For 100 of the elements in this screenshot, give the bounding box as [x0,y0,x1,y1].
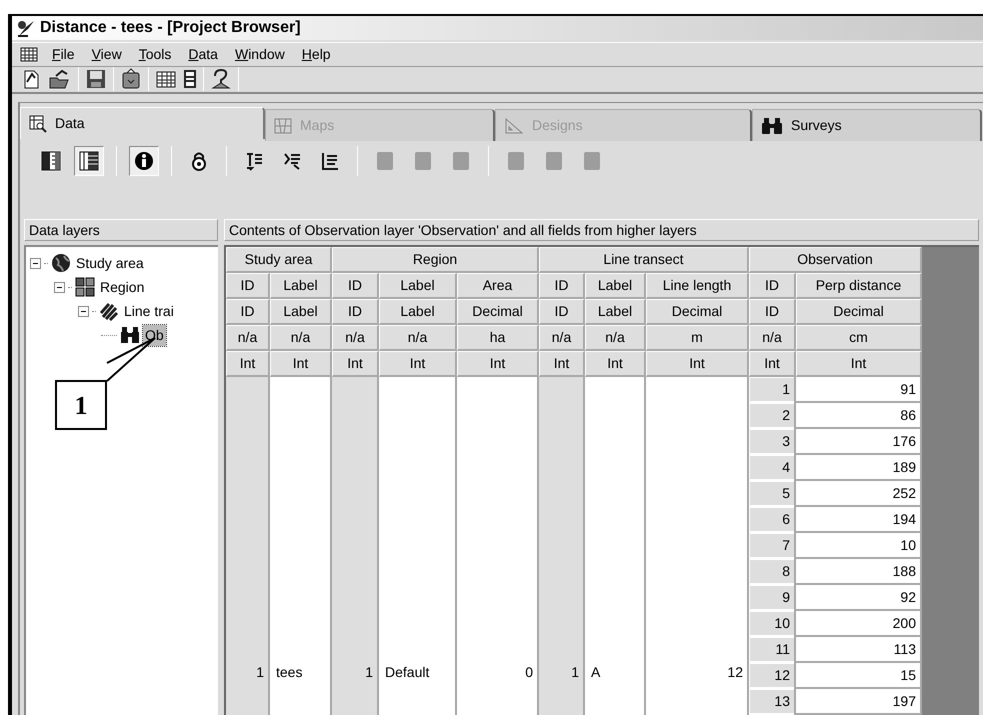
column-header: Decimal [457,299,539,325]
delete-field-icon [320,151,340,171]
column-header: ID [226,273,270,299]
clipboard-icon[interactable] [120,68,142,90]
save-icon[interactable] [85,68,107,90]
blank-button-icon [375,151,395,171]
column-header: Int [646,351,749,377]
table-cell-text: 1 [571,663,580,682]
column-header: ID [332,299,379,325]
table-cell-text: A [590,663,600,682]
column-header: n/a [379,325,457,351]
column-header: ID [539,273,585,299]
panel-header: Contents of Observation layer 'Observation' and all fields from higher layers [224,219,979,241]
table-cell-text: tees [275,663,302,682]
edit-field-icon [282,151,302,171]
column-header: Int [457,351,539,377]
menu-item[interactable]: Help [302,44,331,65]
column-header: n/a [270,325,332,351]
column-header: n/a [332,325,379,351]
column-group-header: Observation [749,247,922,273]
column-header: ha [457,325,539,351]
column-header: cm [796,325,922,351]
blank-button-icon [451,151,471,171]
collapse-toggle[interactable] [78,306,89,316]
info-icon [134,151,154,171]
row-header: 13 [749,689,794,715]
column-header: n/a [749,325,796,351]
blank-button-icon [544,151,564,171]
row-header: 8 [749,559,794,585]
add-field-icon [244,151,264,171]
column-header: Int [332,351,379,377]
window-title: Distance - tees - [Project Browser] [40,18,301,38]
column-header: Int [749,351,796,377]
table-cell-text: 1 [365,663,374,682]
column-header: Int [585,351,646,377]
tree-item[interactable]: Study area [74,252,146,274]
binoculars-icon [761,116,783,134]
column-header: Label [270,273,332,299]
grid-icon [41,151,61,171]
column-header: Label [585,273,646,299]
menu-item[interactable]: File [52,44,75,65]
column-header: ID [749,299,796,325]
padlock-icon [189,151,209,171]
column-header: Label [585,299,646,325]
column-header: Int [539,351,585,377]
blank-button-icon [506,151,526,171]
menu-item[interactable]: Window [234,44,285,65]
column-header: ID [749,273,796,299]
row-header: 3 [749,429,794,455]
column-header: Area [457,273,539,299]
map-icon [274,116,292,134]
column-header: Label [270,299,332,325]
row-header: 11 [749,637,794,663]
column-header: n/a [226,325,270,351]
table-cell-text: 12 [727,663,744,682]
table-cell-text: 0 [525,663,534,682]
collapse-toggle[interactable] [54,282,65,292]
column-header: Int [226,351,270,377]
row-header: 9 [749,585,794,611]
table-cell-text: 1 [256,663,265,682]
table-icon [29,114,47,132]
column-group-header: Study area [226,247,332,273]
tab[interactable]: Data [20,107,265,139]
grid-icon [79,151,99,171]
panel-header: Data layers [24,219,218,241]
column-header: n/a [585,325,646,351]
grid-icon [75,277,95,297]
column-header: Decimal [646,299,749,325]
tab[interactable]: Surveys [752,109,982,141]
toolbar-button[interactable] [129,146,159,176]
menu-item[interactable]: Tools [138,44,172,65]
column-group-header: Region [332,247,539,273]
blank-button-icon [582,151,602,171]
row-header: 1 [749,377,794,403]
table-cell-text: Default [384,663,430,682]
row-header: 10 [749,611,794,637]
collapse-toggle[interactable] [30,258,41,268]
hatched-lines-icon [99,301,119,321]
row-header: 6 [749,507,794,533]
column-header: Perp distance [796,273,922,299]
row-header: 5 [749,481,794,507]
callout-label: 1 [55,380,107,430]
blank-button-icon [413,151,433,171]
column-header: Int [379,351,457,377]
column-header: ID [539,299,585,325]
binoculars-icon [120,325,140,345]
list-icon[interactable] [183,69,197,90]
toolbar-button[interactable] [74,146,104,176]
column-header: Label [379,299,457,325]
column-header: ID [332,273,379,299]
menu-item[interactable]: Data [188,44,218,65]
column-header: n/a [539,325,585,351]
tree-item[interactable]: Region [98,276,146,298]
tree-item[interactable]: Line trai [122,300,176,322]
row-header: 2 [749,403,794,429]
column-header: Line length [646,273,749,299]
column-header: Int [270,351,332,377]
row-header: 7 [749,533,794,559]
menu-item[interactable]: View [92,44,122,65]
globe-icon [51,253,71,273]
